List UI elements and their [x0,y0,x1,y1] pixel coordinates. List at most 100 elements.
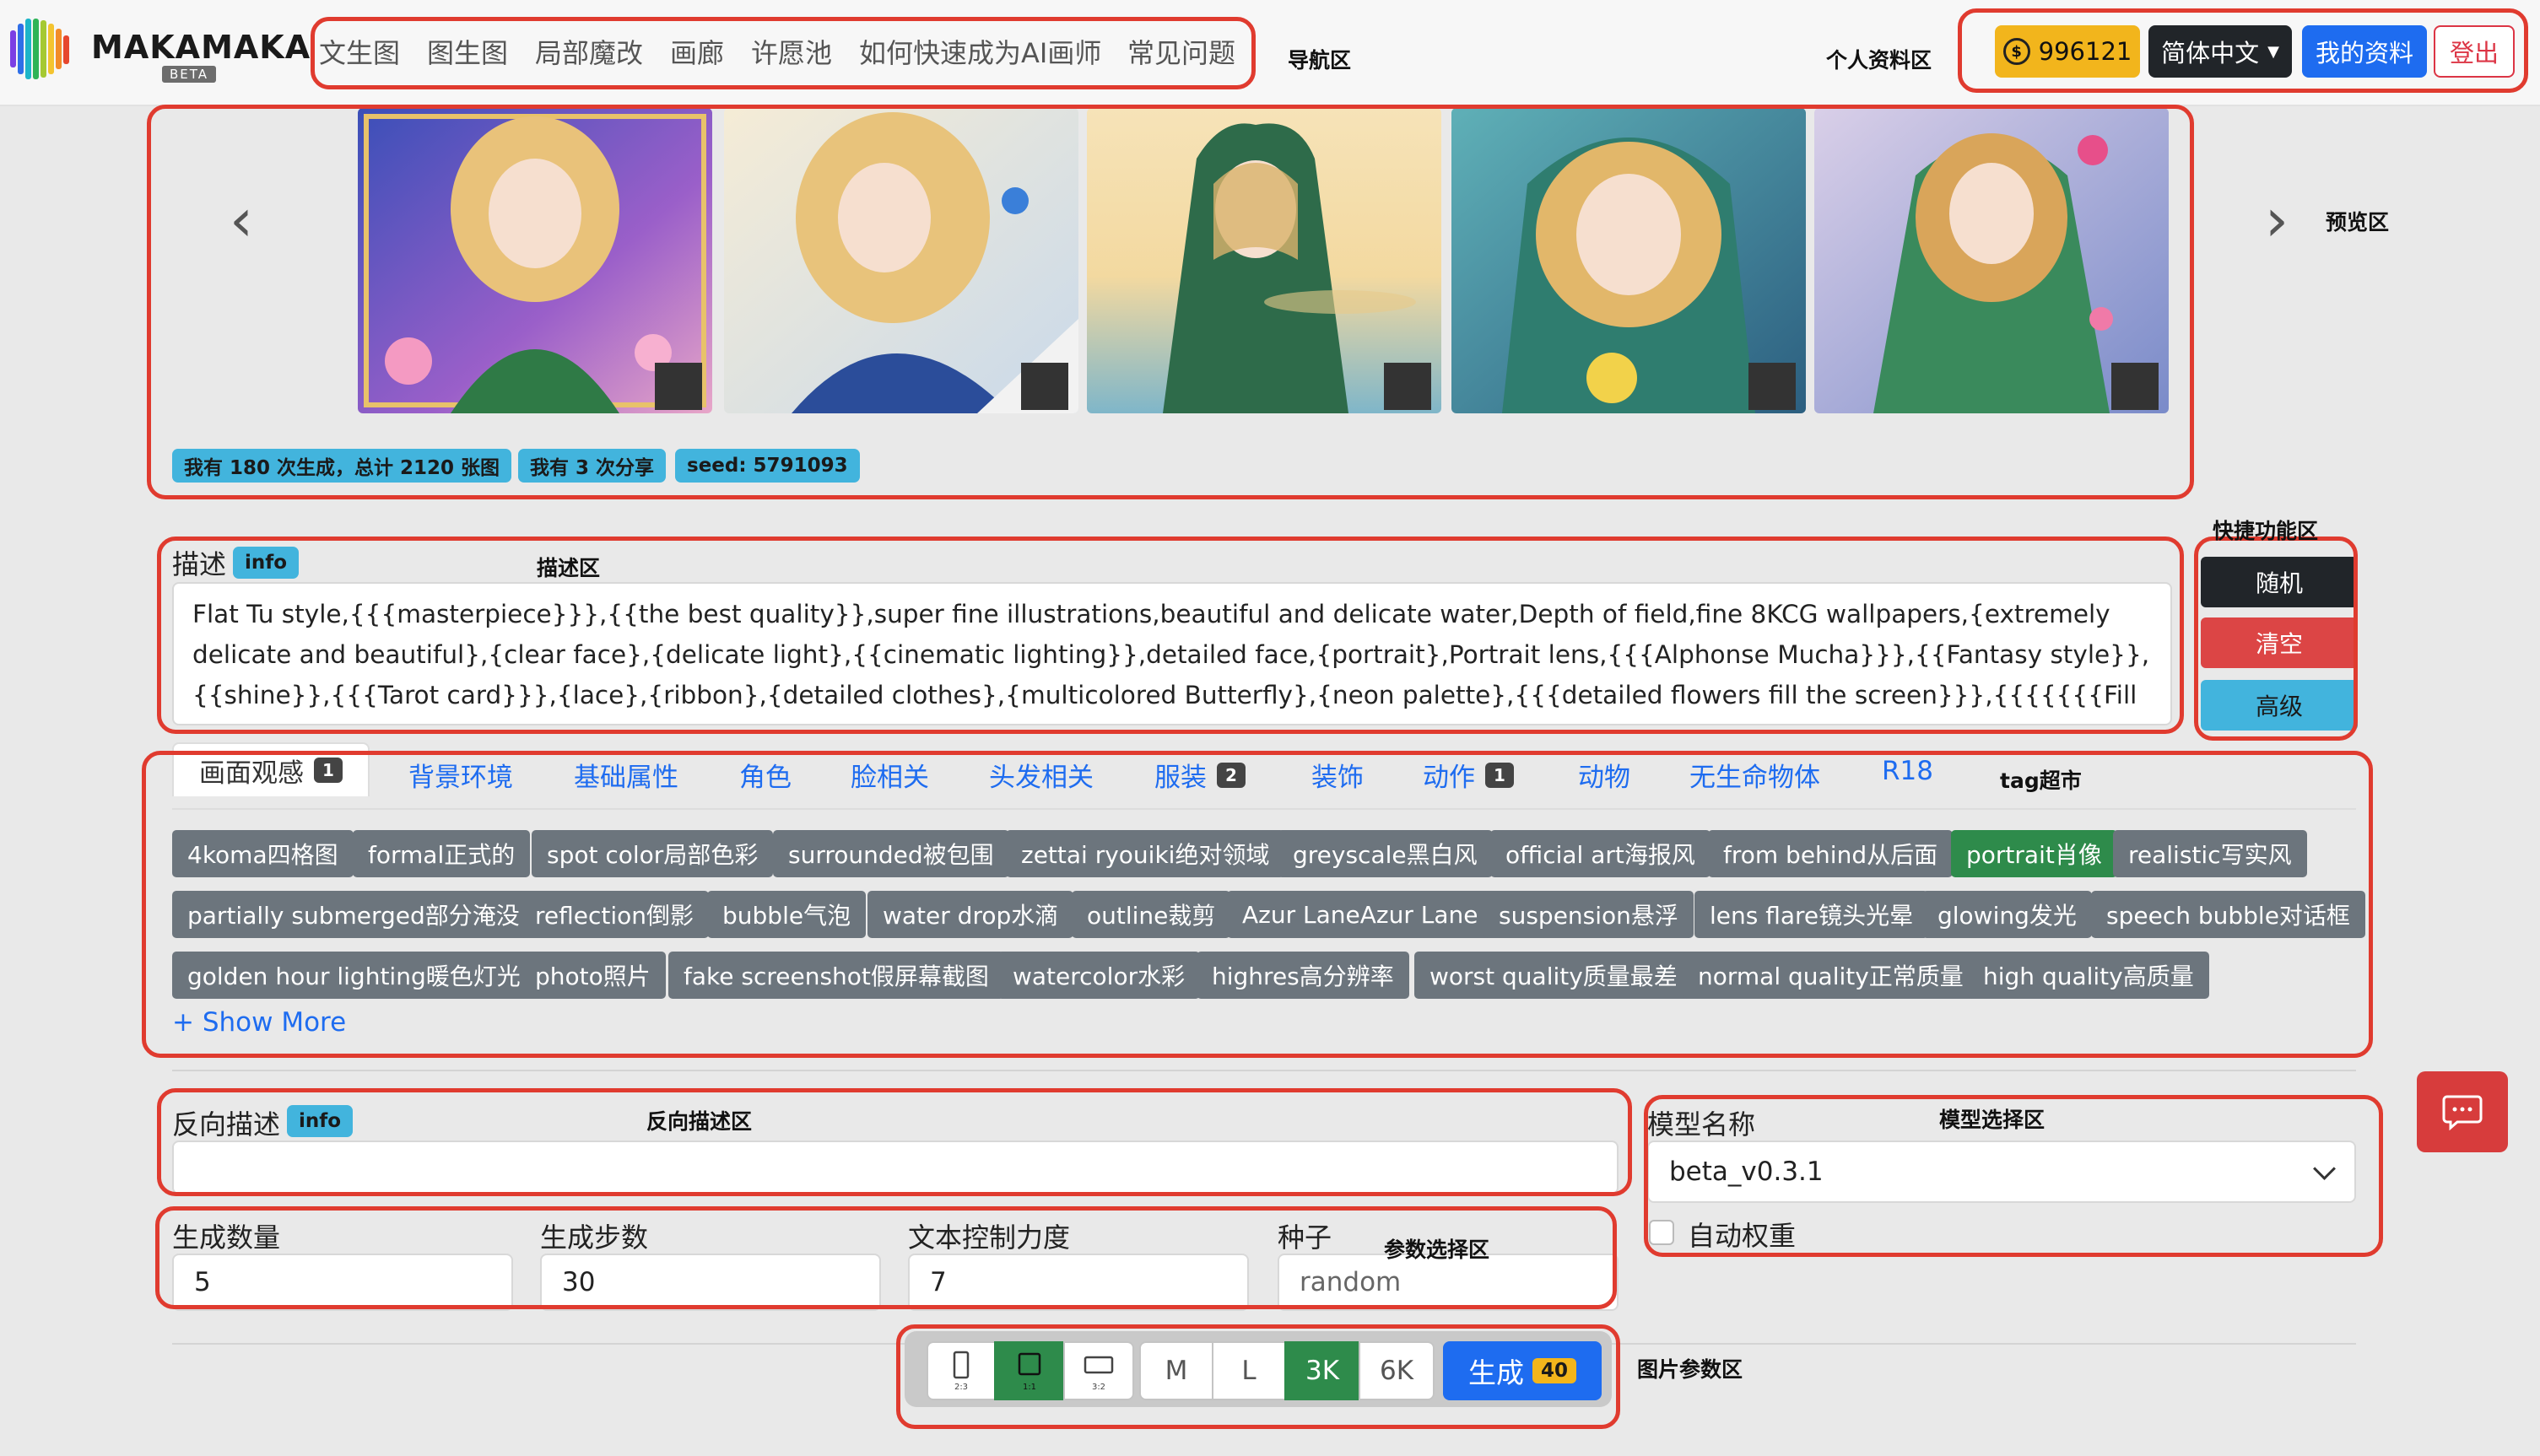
language-dropdown[interactable]: 简体中文 ▼ [2148,25,2292,78]
landscape-ratio-icon: 3:2 [1084,1356,1114,1392]
tab-count-badge: 1 [314,758,343,783]
ratio-landscape-button[interactable]: 3:2 [1063,1341,1134,1400]
generation-stats-badge: 我有 180 次生成，总计 2120 张图 [172,449,512,483]
tab-visual-feel[interactable]: 画面观感 1 [172,742,370,796]
gallery-image[interactable] [358,108,712,413]
tab-character[interactable]: 角色 [739,756,792,794]
cfg-input[interactable]: 7 [908,1254,1249,1311]
coin-balance-button[interactable]: $ 996121 [1995,25,2140,78]
nav-item-faq[interactable]: 常见问题 [1127,32,1235,71]
square-ratio-icon: 1:1 [1018,1352,1041,1392]
tag-chip[interactable]: suspension悬浮 [1483,891,1694,938]
tag-chip[interactable]: formal正式的 [353,830,531,877]
tab-label: 无生命物体 [1689,763,1820,793]
tab-face[interactable]: 脸相关 [851,756,929,794]
tab-label: 头发相关 [989,763,1094,793]
tag-chip[interactable]: from behind从后面 [1708,830,1954,877]
tab-hair[interactable]: 头发相关 [989,756,1094,794]
tab-label: 动作 [1423,763,1475,793]
tag-chip[interactable]: fake screenshot假屏幕截图 [668,952,1004,999]
my-profile-button[interactable]: 我的资料 [2302,25,2427,78]
random-button[interactable]: 随机 [2201,557,2358,607]
ratio-portrait-text: 2:3 [954,1383,968,1392]
description-textarea[interactable]: Flat Tu style,{{{masterpiece}}},{{the be… [172,582,2172,725]
size-3k-button[interactable]: 3K [1284,1341,1360,1400]
tag-chip[interactable]: normal quality正常质量 [1683,952,1979,999]
nav-area-annotation: 导航区 [1288,48,1352,73]
tag-chip[interactable]: 4koma四格图 [172,830,354,877]
tab-label: 基础属性 [574,763,678,793]
nav-item-txt2img[interactable]: 文生图 [319,32,400,71]
size-l-button[interactable]: L [1212,1341,1286,1400]
negative-description-input[interactable] [172,1141,1619,1194]
show-more-link[interactable]: + Show More [172,1007,346,1038]
tag-chip[interactable]: high quality高质量 [1968,952,2209,999]
tab-clothing[interactable]: 服装 2 [1154,756,1246,794]
clear-button[interactable]: 清空 [2201,617,2358,668]
cfg-label: 文本控制力度 [908,1221,1071,1254]
tab-objects[interactable]: 无生命物体 [1689,756,1820,794]
negative-info-badge[interactable]: info [287,1105,354,1137]
tab-background[interactable]: 背景环境 [408,756,513,794]
logout-button[interactable]: 登出 [2434,25,2515,78]
language-label: 简体中文 [2161,39,2260,67]
chevron-left-icon[interactable]: ‹ [230,186,253,255]
tab-basic-attributes[interactable]: 基础属性 [574,756,678,794]
tag-chip[interactable]: speech bubble对话框 [2091,891,2365,938]
size-m-button[interactable]: M [1139,1341,1213,1400]
tag-chip[interactable]: photo照片 [520,952,666,999]
auto-weight-checkbox[interactable] [1649,1220,1674,1245]
tabs-divider [172,808,2356,810]
nav-item-gallery[interactable]: 画廊 [670,32,724,71]
generate-button[interactable]: 生成 40 [1443,1341,1602,1400]
tag-chip[interactable]: worst quality质量最差 [1414,952,1693,999]
tag-chip[interactable]: lens flare镜头光晕 [1694,891,1929,938]
nav-item-inpaint[interactable]: 局部魔改 [535,32,643,71]
ratio-portrait-button[interactable]: 2:3 [927,1341,996,1400]
nav-item-wishing-pool[interactable]: 许愿池 [751,32,832,71]
chat-button[interactable] [2417,1071,2508,1152]
gallery-image[interactable] [1814,108,2169,413]
tag-chip[interactable]: reflection倒影 [520,891,710,938]
tag-chip[interactable]: water drop水滴 [867,891,1074,938]
size-6k-button[interactable]: 6K [1359,1341,1435,1400]
tag-chip[interactable]: Azur LaneAzur Lane [1227,891,1494,938]
tag-chip[interactable]: zettai ryouiki绝对领域 [1006,830,1285,877]
gallery-image[interactable] [1451,108,1806,413]
model-select[interactable]: beta_v0.3.1 [1647,1141,2356,1203]
tab-r18[interactable]: R18 [1882,756,1933,786]
steps-input[interactable]: 30 [540,1254,881,1311]
tag-chip[interactable]: outline裁剪 [1072,891,1231,938]
tab-animals[interactable]: 动物 [1578,756,1630,794]
tag-chip[interactable]: highres高分辨率 [1197,952,1409,999]
gallery-image[interactable] [1087,108,1441,413]
tag-chip[interactable]: glowing发光 [1922,891,2092,938]
tag-chip[interactable]: bubble气泡 [707,891,867,938]
generation-count-input[interactable]: 5 [172,1254,513,1311]
model-selected-value: beta_v0.3.1 [1669,1157,1824,1187]
tag-chip[interactable]: surrounded被包围 [773,830,1009,877]
nav-item-img2img[interactable]: 图生图 [427,32,508,71]
tag-chip[interactable]: golden hour lighting暖色灯光 [172,952,536,999]
tag-chip[interactable]: greyscale黑白风 [1278,830,1493,877]
gallery-image[interactable] [724,108,1078,413]
negative-description-label: 反向描述 [172,1108,281,1141]
nav-item-become-ai-artist[interactable]: 如何快速成为AI画师 [859,32,1101,71]
tab-actions[interactable]: 动作 1 [1423,756,1514,794]
description-info-badge[interactable]: info [233,547,300,579]
tab-count-badge: 1 [1485,762,1514,788]
tag-chip[interactable]: partially submerged部分淹没 [172,891,535,938]
tag-chip-selected[interactable]: portrait肖像 [1951,830,2117,877]
tab-label: 服装 [1154,763,1207,793]
generated-artwork-image [1087,108,1441,413]
tag-chip[interactable]: watercolor水彩 [997,952,1201,999]
coin-balance: 996121 [2038,37,2132,66]
ratio-square-button[interactable]: 1:1 [994,1341,1065,1400]
tag-chip[interactable]: official art海报风 [1490,830,1710,877]
tag-chip[interactable]: spot color局部色彩 [532,830,774,877]
chevron-right-icon[interactable]: › [2265,186,2289,255]
tab-accessories[interactable]: 装饰 [1311,756,1364,794]
share-count-badge: 我有 3 次分享 [518,449,667,483]
tag-chip[interactable]: realistic写实风 [2113,830,2307,877]
advanced-button[interactable]: 高级 [2201,680,2358,731]
